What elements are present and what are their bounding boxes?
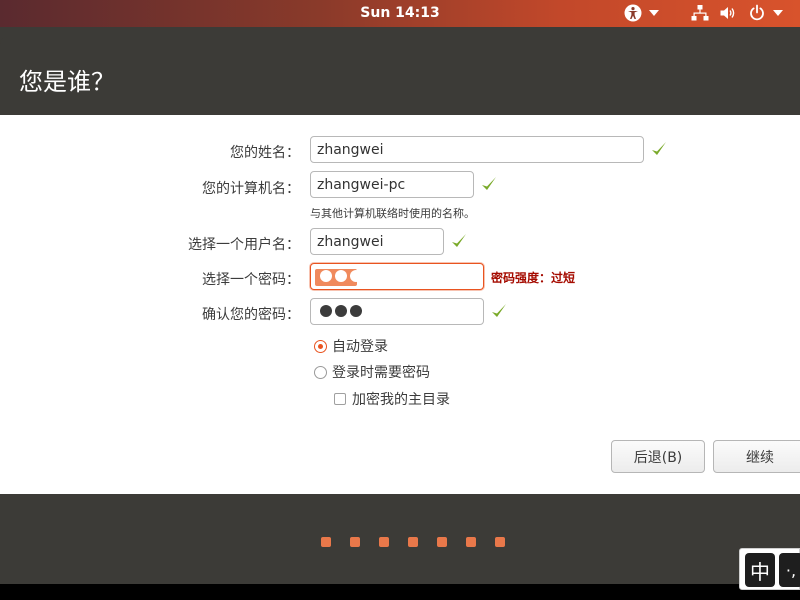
continue-button[interactable]: 继续	[713, 440, 800, 473]
password-dot	[350, 305, 362, 317]
checkbox[interactable]	[334, 393, 346, 405]
progress-step	[379, 537, 389, 547]
network-icon	[691, 4, 709, 22]
progress-step	[350, 537, 360, 547]
username-label: 选择一个用户名：	[188, 237, 300, 253]
power-icon	[748, 4, 766, 22]
check-icon	[482, 177, 496, 190]
system-menu[interactable]	[691, 3, 783, 23]
progress-step	[466, 537, 476, 547]
back-button[interactable]: 后退(B)	[611, 440, 705, 473]
name-label: 您的姓名：	[230, 145, 300, 161]
password-input[interactable]	[310, 263, 484, 290]
encrypt-home-option[interactable]: 加密我的主目录	[334, 389, 450, 409]
username-input[interactable]	[310, 228, 444, 255]
progress-step	[437, 537, 447, 547]
check-icon	[452, 234, 466, 247]
radio-button[interactable]	[314, 365, 327, 379]
chevron-down-icon	[773, 10, 783, 16]
password-dot	[350, 270, 362, 282]
ime-mode-toggle[interactable]: 中	[745, 553, 775, 587]
progress-step	[408, 537, 418, 547]
bottom-strip	[0, 584, 800, 600]
encrypt-home-label: 加密我的主目录	[352, 392, 450, 408]
progress-step	[495, 537, 505, 547]
top-panel: Sun 14:13	[0, 0, 800, 27]
name-input[interactable]	[310, 136, 644, 163]
check-icon	[492, 304, 506, 317]
password-label: 选择一个密码：	[202, 272, 300, 288]
require-password-label: 登录时需要密码	[332, 365, 430, 381]
accessibility-menu[interactable]	[624, 3, 659, 23]
radio-button[interactable]	[314, 339, 327, 353]
ime-punctuation-toggle[interactable]: ·,	[779, 553, 800, 587]
password-dot	[320, 305, 332, 317]
window-header: 您是谁？	[0, 37, 800, 115]
progress-step	[321, 537, 331, 547]
password-dot	[335, 305, 347, 317]
require-password-option[interactable]: 登录时需要密码	[314, 362, 430, 382]
confirm-password-label: 确认您的密码：	[202, 307, 300, 323]
accessibility-icon	[624, 4, 642, 22]
password-dot	[335, 270, 347, 282]
computer-name-input[interactable]	[310, 171, 474, 198]
clock[interactable]: Sun 14:13	[0, 5, 800, 21]
input-method-toolbar: 中 ·,	[739, 548, 800, 590]
confirm-password-input[interactable]	[310, 298, 484, 325]
password-mask	[320, 270, 365, 282]
auto-login-label: 自动登录	[332, 339, 388, 355]
page-title: 您是谁？	[19, 68, 115, 96]
volume-icon	[719, 4, 737, 22]
computer-name-hint: 与其他计算机联络时使用的名称。	[310, 207, 475, 220]
check-icon	[652, 142, 666, 155]
who-are-you-form: 您的姓名： 您的计算机名： 与其他计算机联络时使用的名称。 选择一个用户名： 选…	[0, 115, 800, 494]
window-footer	[0, 494, 800, 584]
progress-indicator	[321, 537, 524, 547]
computer-name-label: 您的计算机名：	[202, 181, 300, 197]
password-mask	[320, 305, 365, 317]
password-dot	[320, 270, 332, 282]
auto-login-option[interactable]: 自动登录	[314, 336, 388, 356]
password-strength: 密码强度：过短	[491, 271, 576, 285]
chevron-down-icon	[649, 10, 659, 16]
